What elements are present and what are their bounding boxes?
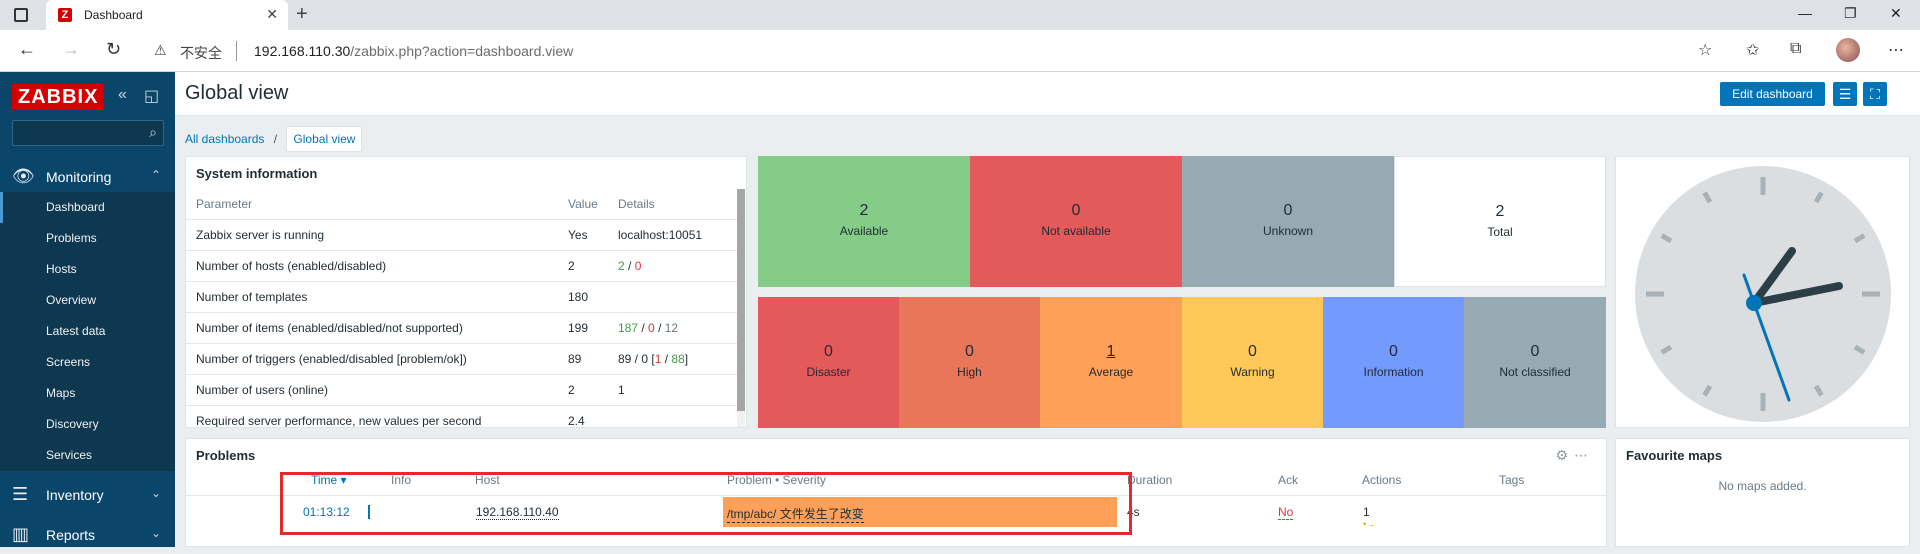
host-availability-total[interactable]: 2 Total	[1394, 156, 1606, 287]
gear-icon[interactable]: ⚙	[1555, 447, 1574, 463]
column-header: Details	[608, 189, 738, 220]
page-title: Global view	[185, 82, 289, 104]
more-icon[interactable]: ⋯	[1574, 447, 1594, 463]
clock-widget	[1615, 156, 1910, 428]
address-bar: ← → ↻ ⚠ 不安全 192.168.110.30/zabbix.php?ac…	[0, 30, 1920, 72]
profile-avatar[interactable]	[1836, 38, 1860, 62]
severity-high[interactable]: 0 High	[899, 297, 1040, 428]
close-window-icon[interactable]: ✕	[1890, 5, 1902, 22]
problem-ack-link[interactable]: No	[1278, 505, 1294, 520]
host-availability-not-available[interactable]: 0 Not available	[970, 156, 1182, 287]
eye-icon: 👁	[12, 166, 35, 186]
column-header-tags: Tags	[1499, 473, 1525, 487]
empty-state: No maps added.	[1718, 479, 1807, 493]
column-header-duration: Duration	[1127, 473, 1173, 487]
list-icon: ☰	[12, 484, 29, 504]
insecure-label: 不安全	[180, 45, 222, 61]
tab-title: Dashboard	[84, 8, 143, 22]
column-header-ack: Ack	[1278, 473, 1299, 487]
table-row: Number of hosts (enabled/disabled) 2 2 /…	[186, 250, 738, 282]
chevron-down-icon: ⌄	[150, 526, 161, 540]
menu-reports[interactable]: ▥ Reports ⌄	[0, 514, 175, 554]
sidebar-item-overview[interactable]: Overview	[0, 285, 175, 316]
chevron-down-icon: ⌄	[150, 486, 161, 500]
highlight-box	[280, 472, 1132, 535]
breadcrumb-all-dashboards[interactable]: All dashboards	[185, 127, 264, 151]
collapse-sidebar-icon[interactable]: «	[118, 86, 127, 104]
sidebar: ZABBIX « ◱ ⌕ 👁 Monitoring ⌃ Dashboard Pr…	[0, 72, 175, 547]
sidebar-item-problems[interactable]: Problems	[0, 223, 175, 254]
sidebar-item-screens[interactable]: Screens	[0, 347, 175, 378]
tab-close-icon[interactable]: ✕	[266, 6, 278, 23]
menu-inventory[interactable]: ☰ Inventory ⌄	[0, 474, 175, 514]
zabbix-logo[interactable]: ZABBIX	[12, 84, 105, 110]
sidebar-item-discovery[interactable]: Discovery	[0, 409, 175, 440]
restore-icon[interactable]: ❐	[1844, 5, 1857, 22]
favorites-list-icon[interactable]: ✩	[1746, 40, 1759, 60]
chevron-up-icon: ⌃	[150, 168, 161, 182]
table-row: Number of triggers (enabled/disabled [pr…	[186, 343, 738, 375]
host-availability-available[interactable]: 2 Available	[758, 156, 970, 287]
problem-actions-link[interactable]: 1	[1363, 505, 1370, 519]
severity-not-classified[interactable]: 0 Not classified	[1464, 297, 1606, 428]
sidebar-item-hosts[interactable]: Hosts	[0, 254, 175, 285]
severity-average[interactable]: 1 Average	[1040, 297, 1182, 428]
host-availability-unknown[interactable]: 0 Unknown	[1182, 156, 1394, 287]
search-icon[interactable]: ⌕	[149, 124, 157, 141]
sidebar-item-dashboard[interactable]: Dashboard	[0, 192, 175, 223]
sidebar-item-latest-data[interactable]: Latest data	[0, 316, 175, 347]
url-field[interactable]: ⚠ 不安全 192.168.110.30/zabbix.php?action=d…	[142, 36, 1732, 66]
edit-dashboard-button[interactable]: Edit dashboard	[1720, 82, 1825, 106]
zabbix-favicon-icon: Z	[58, 8, 72, 22]
bar-chart-icon: ▥	[12, 524, 30, 544]
sysinfo-table: Parameter Value Details Zabbix server is…	[186, 189, 738, 427]
search-input[interactable]: ⌕	[12, 120, 164, 146]
system-information-widget: System information Parameter Value Detai…	[185, 156, 747, 428]
fullscreen-icon[interactable]: ⛶	[1863, 82, 1887, 106]
collections-icon[interactable]: ⧉	[1790, 40, 1801, 58]
clock-face	[1635, 166, 1891, 422]
breadcrumb: All dashboards / Global view	[185, 126, 363, 152]
widget-title: System information	[196, 166, 318, 181]
column-header: Value	[558, 189, 608, 220]
reload-icon[interactable]: ↻	[106, 39, 121, 60]
table-row: Required server performance, new values …	[186, 405, 738, 427]
window-menu-icon[interactable]	[14, 8, 28, 22]
favorite-star-icon[interactable]: ☆	[1698, 40, 1712, 60]
new-tab-icon[interactable]: +	[296, 3, 308, 26]
url-text: 192.168.110.30/zabbix.php?action=dashboa…	[254, 43, 574, 59]
sidebar-item-maps[interactable]: Maps	[0, 378, 175, 409]
severity-warning[interactable]: 0 Warning	[1182, 297, 1323, 428]
menu-monitoring[interactable]: 👁 Monitoring ⌃	[0, 156, 175, 196]
kiosk-mode-icon[interactable]: ◱	[144, 86, 159, 106]
favourite-maps-widget: Favourite maps No maps added.	[1615, 438, 1910, 547]
minimize-icon[interactable]: —	[1798, 5, 1812, 21]
warning-icon: ⚠	[154, 42, 167, 58]
monitoring-submenu: Dashboard Problems Hosts Overview Latest…	[0, 192, 175, 471]
back-icon[interactable]: ←	[18, 39, 36, 60]
forward-icon[interactable]: →	[62, 39, 80, 60]
column-header-actions: Actions	[1362, 473, 1402, 487]
action-arrow-icon: •→	[1363, 519, 1376, 529]
table-row: Number of items (enabled/disabled/not su…	[186, 312, 738, 344]
scrollbar[interactable]	[737, 189, 745, 427]
dashboard-actions-icon[interactable]: ☰	[1833, 82, 1857, 106]
table-row: Number of users (online) 2 1	[186, 374, 738, 406]
browser-tabbar: Z Dashboard ✕ + — ❐ ✕	[0, 0, 1920, 30]
page-header: Global view Edit dashboard ☰ ⛶	[175, 72, 1920, 116]
severity-disaster[interactable]: 0 Disaster	[758, 297, 899, 428]
breadcrumb-current[interactable]: Global view	[286, 126, 363, 152]
sidebar-item-services[interactable]: Services	[0, 440, 175, 471]
browser-tab[interactable]: Z Dashboard ✕	[46, 0, 288, 30]
column-header: Parameter	[186, 189, 558, 220]
table-row: Zabbix server is running Yes localhost:1…	[186, 219, 738, 251]
severity-information[interactable]: 0 Information	[1323, 297, 1464, 428]
table-row: Number of templates 180	[186, 281, 738, 313]
more-menu-icon[interactable]: ⋯	[1888, 40, 1904, 60]
